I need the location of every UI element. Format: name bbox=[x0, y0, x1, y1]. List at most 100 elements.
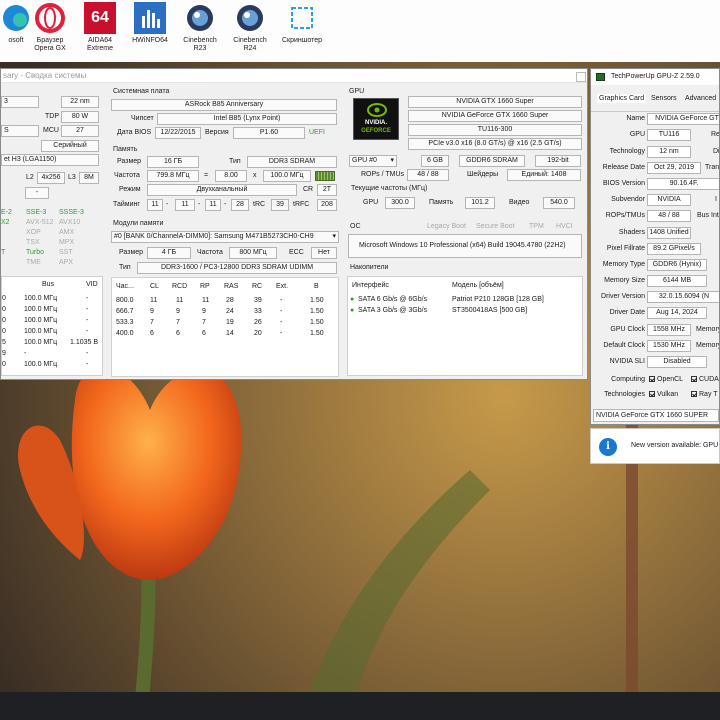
update-notification[interactable]: i New version available: GPU bbox=[590, 428, 720, 464]
desktop-icon-cinebench-r24[interactable]: Cinebench R24 bbox=[224, 2, 276, 53]
mem-type-label: Тип bbox=[229, 158, 241, 165]
gpu-pcie: PCIe v3.0 x16 (8.0 GT/s) @ x16 (2.5 GT/s… bbox=[408, 138, 582, 150]
close-button[interactable] bbox=[576, 72, 586, 82]
tab-sensors[interactable]: Sensors bbox=[651, 95, 677, 102]
driver-date-value: Aug 14, 2024 bbox=[647, 307, 707, 319]
technologies-label: Technologies bbox=[604, 391, 645, 398]
check-icon bbox=[649, 391, 655, 398]
bios-version-value: 90.16.4F. bbox=[647, 178, 719, 190]
gpuz-window: TechPowerUp GPU-Z 2.59.0 Graphics Card S… bbox=[590, 68, 720, 425]
info-icon: i bbox=[599, 438, 617, 456]
uefi-flag: UEFI bbox=[309, 129, 325, 136]
gpu-clock: 300.0 bbox=[385, 197, 415, 209]
module-freq: 800 МГц bbox=[229, 247, 277, 259]
motherboard-name: ASRock B85 Anniversary bbox=[111, 99, 337, 111]
die-size-label: Di bbox=[713, 148, 720, 155]
tdp-label: TDP bbox=[45, 113, 59, 120]
desktop-icon-aida64[interactable]: 64 AIDA64 Extreme bbox=[74, 2, 126, 53]
desktop-icon-opera-gx[interactable]: Браузер Opera GX bbox=[24, 2, 76, 53]
times-sign: x bbox=[253, 172, 257, 179]
row-label: Name bbox=[626, 115, 645, 122]
clocks-header: Текущие частоты (МГц) bbox=[351, 185, 428, 192]
module-ecc: Нет bbox=[311, 247, 337, 259]
timings-label: Тайминг bbox=[113, 201, 140, 208]
opencl-checkbox: OpenCL bbox=[649, 374, 683, 386]
notification-text: New version available: GPU bbox=[631, 442, 719, 449]
serial-button[interactable]: Серийный bbox=[41, 140, 99, 152]
cuda-checkbox: CUDA bbox=[691, 374, 719, 386]
mem-freq-label: Частота bbox=[114, 172, 140, 179]
gpu-vram-type: GDDR6 SDRAM bbox=[459, 155, 525, 167]
row-label: GPU bbox=[629, 131, 645, 138]
mem-size: 16 ГБ bbox=[147, 156, 199, 168]
os-value: Microsoft Windows 10 Professional (x64) … bbox=[348, 234, 582, 258]
gpu-bus-width: 192-bit bbox=[535, 155, 581, 167]
tab-advanced[interactable]: Advanced bbox=[685, 95, 716, 102]
hwinfo-icon bbox=[134, 2, 166, 34]
desktop-icon-screenshoter[interactable]: Скриншотер bbox=[276, 2, 328, 45]
cache-extra: - bbox=[25, 187, 49, 199]
memory-header: Память bbox=[113, 146, 138, 153]
chipset-value: Intel B85 (Lynx Point) bbox=[157, 113, 337, 125]
pixel-fillrate-value: 89.2 GPixel/s bbox=[647, 243, 701, 255]
table-row: 5 100.0 МГц 1.1035 В bbox=[2, 339, 99, 346]
version-label: Версия bbox=[205, 129, 229, 136]
module-select[interactable]: #0 [BANK 0/ChannelA-DIMM0]: Samsung M471… bbox=[111, 231, 339, 243]
module-freq-label: Частота bbox=[197, 249, 223, 256]
row-label: Technology bbox=[609, 148, 645, 155]
gpu-shaders: Единый: 1408 bbox=[507, 169, 581, 181]
tab-graphics-card[interactable]: Graphics Card bbox=[597, 94, 647, 103]
gpu-vram: 6 GB bbox=[421, 155, 449, 167]
table-row: ● SATA 6 Gb/s @ 6Gb/s Patriot P210 128GB… bbox=[350, 296, 544, 303]
driver-version-value: 32.0.15.6094 (N bbox=[647, 291, 719, 303]
default-memory-label: Memory bbox=[696, 342, 720, 349]
timing-rcd: 11 bbox=[175, 199, 195, 211]
table-row: 0 100.0 МГц - bbox=[2, 361, 89, 368]
row-label: Pixel Fillrate bbox=[606, 245, 645, 252]
module-size: 4 ГБ bbox=[147, 247, 191, 259]
shaders-value: 1408 Unified bbox=[647, 227, 691, 239]
row-label: Memory Size bbox=[604, 277, 645, 284]
check-icon bbox=[691, 376, 697, 383]
vulkan-checkbox: Vulkan bbox=[649, 389, 678, 401]
mem-base-clock: 100.0 МГц bbox=[263, 170, 311, 182]
gpu-header: GPU bbox=[349, 88, 365, 95]
gpu-select-dropdown[interactable]: NVIDIA GeForce GTX 1660 SUPER bbox=[593, 409, 719, 422]
gpu-select[interactable]: GPU #0 ▾ bbox=[349, 155, 397, 167]
table-row: 800.0 11 11 11 28 39-1.50 bbox=[116, 297, 324, 304]
drives-table: Интерфейс Модель [объём] ● SATA 6 Gb/s @… bbox=[347, 276, 583, 376]
gpu-clock-value: 1558 MHz bbox=[647, 324, 691, 336]
subvendor-value: NVIDIA bbox=[647, 194, 691, 206]
memory-chip-icon bbox=[315, 171, 335, 181]
secure-boot-flag: Secure Boot bbox=[476, 223, 515, 230]
cpu-field2: S bbox=[1, 125, 39, 137]
mcu-label: MCU bbox=[43, 127, 59, 134]
trc-label: tRC bbox=[253, 201, 266, 208]
row-label: Shaders bbox=[618, 229, 645, 236]
gpu-full-name: NVIDIA GeForce GTX 1660 Super bbox=[408, 110, 582, 122]
l3-cache: 8M bbox=[79, 172, 99, 184]
gpu-name: NVIDIA GTX 1660 Super bbox=[408, 96, 582, 108]
sli-value: Disabled bbox=[647, 356, 707, 368]
hvci-flag: HVCI bbox=[556, 223, 573, 230]
gpu-video-clock: 540.0 bbox=[543, 197, 575, 209]
table-header: Интерфейс Модель [объём] bbox=[352, 282, 504, 289]
module-size-label: Размер bbox=[119, 249, 144, 256]
desktop-icon-hwinfo64[interactable]: HWiNFO64 bbox=[124, 2, 176, 45]
cr-label: CR bbox=[303, 186, 314, 193]
default-clock-value: 1530 MHz bbox=[647, 340, 691, 352]
drives-header: Накопители bbox=[350, 264, 389, 271]
table-row: 666.7 9 9 9 24 33-1.50 bbox=[116, 308, 324, 315]
module-type-label: Тип bbox=[119, 264, 131, 271]
cpu-tdp: 80 W bbox=[61, 111, 99, 123]
gpu-chip-value: TU116 bbox=[647, 129, 691, 141]
l2-cache: 4x256 bbox=[37, 172, 65, 184]
table-row: ● SATA 3 Gb/s @ 3Gb/s ST3500418AS [500 G… bbox=[350, 307, 528, 314]
gpuz-title: TechPowerUp GPU-Z 2.59.0 bbox=[591, 69, 719, 85]
modules-header: Модули памяти bbox=[113, 220, 164, 227]
desktop-icon-cinebench-r23[interactable]: Cinebench R23 bbox=[174, 2, 226, 53]
table-row: 0 100.0 МГц - bbox=[2, 306, 89, 313]
table-row: 0 100.0 МГц - bbox=[2, 295, 89, 302]
window-title: sary - Сводка системы bbox=[1, 69, 587, 83]
hwinfo-summary-window: sary - Сводка системы 3 22 nm TDP 80 W S… bbox=[0, 68, 588, 380]
